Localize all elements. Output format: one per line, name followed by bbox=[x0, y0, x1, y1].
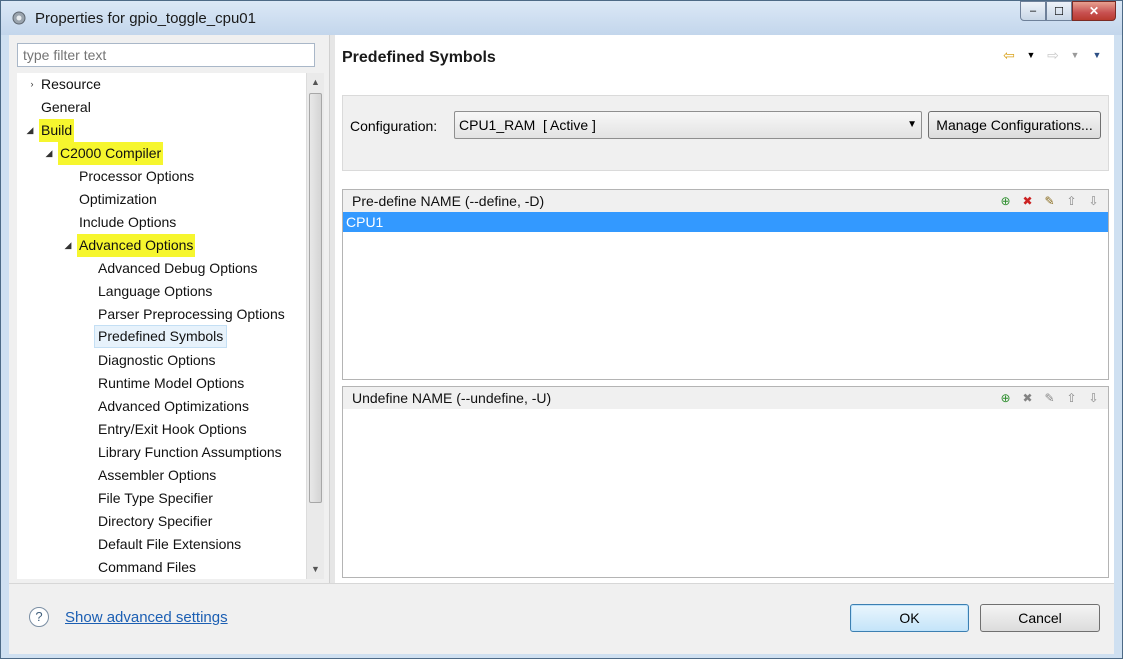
undefine-header: Undefine NAME (--undefine, -U) ⊕ ✖ ✎ ⇧ ⇩ bbox=[343, 387, 1108, 409]
window-title: Properties for gpio_toggle_cpu01 bbox=[35, 10, 256, 27]
tree-item-runtime-model-options[interactable]: Runtime Model Options bbox=[98, 372, 244, 395]
configuration-select[interactable]: CPU1_RAM [ Active ] ▼ bbox=[454, 111, 922, 139]
tree-item-directory-specifier[interactable]: Directory Specifier bbox=[98, 510, 212, 533]
tree-item-parser-preprocessing-options[interactable]: Parser Preprocessing Options bbox=[98, 303, 285, 326]
dialog-footer: ? Show advanced settings OK Cancel bbox=[9, 583, 1114, 654]
move-down-icon: ⇩ bbox=[1088, 391, 1099, 405]
forward-arrow-icon: ⇨ bbox=[1047, 47, 1059, 63]
expand-resource-icon[interactable]: › bbox=[27, 73, 37, 96]
predefine-toolbar: ⊕ ✖ ✎ ⇧ ⇩ bbox=[997, 193, 1102, 209]
tree-item-c2000-compiler[interactable]: C2000 Compiler bbox=[58, 142, 164, 165]
tree-item-language-options[interactable]: Language Options bbox=[98, 280, 212, 303]
view-menu-icon[interactable]: ▼ bbox=[1088, 47, 1106, 63]
minimize-icon: – bbox=[1029, 5, 1037, 17]
tree-item-build[interactable]: Build bbox=[39, 119, 75, 142]
undefine-title: Undefine NAME (--undefine, -U) bbox=[352, 390, 552, 406]
scrollbar-thumb[interactable] bbox=[309, 93, 322, 503]
configuration-label: Configuration: bbox=[350, 118, 438, 134]
edit-icon: ✎ bbox=[1044, 391, 1055, 405]
collapse-compiler-icon[interactable]: ◢ bbox=[44, 142, 54, 165]
forward-menu-icon: ▼ bbox=[1070, 50, 1080, 60]
caption-buttons: – ☐ ✕ bbox=[1020, 1, 1116, 23]
close-icon: ✕ bbox=[1088, 4, 1100, 18]
tree-item-advanced-options[interactable]: Advanced Options bbox=[77, 234, 196, 257]
undefine-group: Undefine NAME (--undefine, -U) ⊕ ✖ ✎ ⇧ ⇩ bbox=[342, 386, 1109, 578]
tree-scrollbar[interactable]: ▲ ▼ bbox=[306, 73, 324, 579]
page-title: Predefined Symbols bbox=[342, 49, 496, 66]
predefine-title: Pre-define NAME (--define, -D) bbox=[352, 193, 545, 209]
show-advanced-settings-link[interactable]: Show advanced settings bbox=[65, 609, 228, 626]
tree-item-general[interactable]: General bbox=[41, 96, 91, 119]
delete-icon[interactable]: ✖ bbox=[1019, 193, 1036, 209]
tree-item-entry-exit-hook-options[interactable]: Entry/Exit Hook Options bbox=[98, 418, 247, 441]
list-item[interactable]: CPU1 bbox=[343, 212, 1108, 232]
navigation-pane: › Resource General ◢ Build ◢ C2000 Compi… bbox=[9, 35, 329, 583]
maximize-icon: ☐ bbox=[1054, 5, 1064, 18]
collapse-advanced-options-icon[interactable]: ◢ bbox=[63, 234, 73, 257]
ok-button[interactable]: OK bbox=[850, 604, 969, 632]
tree-item-library-function-assumptions[interactable]: Library Function Assumptions bbox=[98, 441, 282, 464]
help-icon[interactable]: ? bbox=[29, 607, 49, 627]
tree-item-resource[interactable]: Resource bbox=[41, 73, 101, 96]
collapse-build-icon[interactable]: ◢ bbox=[25, 119, 35, 142]
undefine-toolbar: ⊕ ✖ ✎ ⇧ ⇩ bbox=[997, 390, 1102, 406]
tree-item-include-options[interactable]: Include Options bbox=[79, 211, 176, 234]
tree-item-assembler-options[interactable]: Assembler Options bbox=[98, 464, 216, 487]
add-icon[interactable]: ⊕ bbox=[997, 193, 1014, 209]
delete-icon: ✖ bbox=[1022, 391, 1033, 405]
back-menu-icon[interactable]: ▼ bbox=[1022, 47, 1040, 63]
predefine-header: Pre-define NAME (--define, -D) ⊕ ✖ ✎ ⇧ ⇩ bbox=[343, 190, 1108, 212]
move-up-icon: ⇧ bbox=[1066, 391, 1077, 405]
dialog-body: › Resource General ◢ Build ◢ C2000 Compi… bbox=[9, 35, 1114, 583]
minimize-button[interactable]: – bbox=[1020, 1, 1046, 21]
tree-item-file-type-specifier[interactable]: File Type Specifier bbox=[98, 487, 213, 510]
tree-item-diagnostic-options[interactable]: Diagnostic Options bbox=[98, 349, 216, 372]
predefine-group: Pre-define NAME (--define, -D) ⊕ ✖ ✎ ⇧ ⇩… bbox=[342, 189, 1109, 380]
back-arrow-icon[interactable]: ⇦ bbox=[1000, 47, 1018, 63]
properties-page: Predefined Symbols ⇦ ▼ ⇨ ▼ ▼ Configurati… bbox=[335, 35, 1114, 583]
tree-item-advanced-debug-options[interactable]: Advanced Debug Options bbox=[98, 257, 258, 280]
move-up-icon[interactable]: ⇧ bbox=[1063, 193, 1080, 209]
maximize-button[interactable]: ☐ bbox=[1046, 1, 1072, 21]
tree-item-processor-options[interactable]: Processor Options bbox=[79, 165, 194, 188]
edit-icon[interactable]: ✎ bbox=[1041, 193, 1058, 209]
app-icon bbox=[12, 11, 26, 25]
cancel-button[interactable]: Cancel bbox=[980, 604, 1100, 632]
scroll-down-icon[interactable]: ▼ bbox=[307, 561, 324, 578]
move-down-icon[interactable]: ⇩ bbox=[1085, 193, 1102, 209]
filter-input[interactable] bbox=[17, 43, 315, 67]
history-nav: ⇦ ▼ ⇨ ▼ ▼ bbox=[1000, 47, 1106, 63]
tree-item-command-files[interactable]: Command Files bbox=[98, 556, 196, 579]
configuration-group: Configuration: CPU1_RAM [ Active ] ▼ Man… bbox=[342, 95, 1109, 171]
property-tree: › Resource General ◢ Build ◢ C2000 Compi… bbox=[17, 73, 317, 579]
chevron-down-icon: ▼ bbox=[907, 119, 917, 130]
close-button[interactable]: ✕ bbox=[1072, 1, 1116, 21]
tree-item-default-file-extensions[interactable]: Default File Extensions bbox=[98, 533, 241, 556]
add-icon[interactable]: ⊕ bbox=[997, 390, 1014, 406]
scroll-up-icon[interactable]: ▲ bbox=[307, 74, 324, 91]
tree-item-advanced-optimizations[interactable]: Advanced Optimizations bbox=[98, 395, 249, 418]
title-bar: Properties for gpio_toggle_cpu01 – ☐ ✕ bbox=[1, 1, 1122, 35]
configuration-value: CPU1_RAM [ Active ] bbox=[459, 117, 596, 133]
properties-dialog: Properties for gpio_toggle_cpu01 – ☐ ✕ ›… bbox=[0, 0, 1123, 659]
manage-configurations-button[interactable]: Manage Configurations... bbox=[928, 111, 1101, 139]
tree-item-optimization[interactable]: Optimization bbox=[79, 188, 157, 211]
tree-item-predefined-symbols[interactable]: Predefined Symbols bbox=[94, 325, 228, 348]
